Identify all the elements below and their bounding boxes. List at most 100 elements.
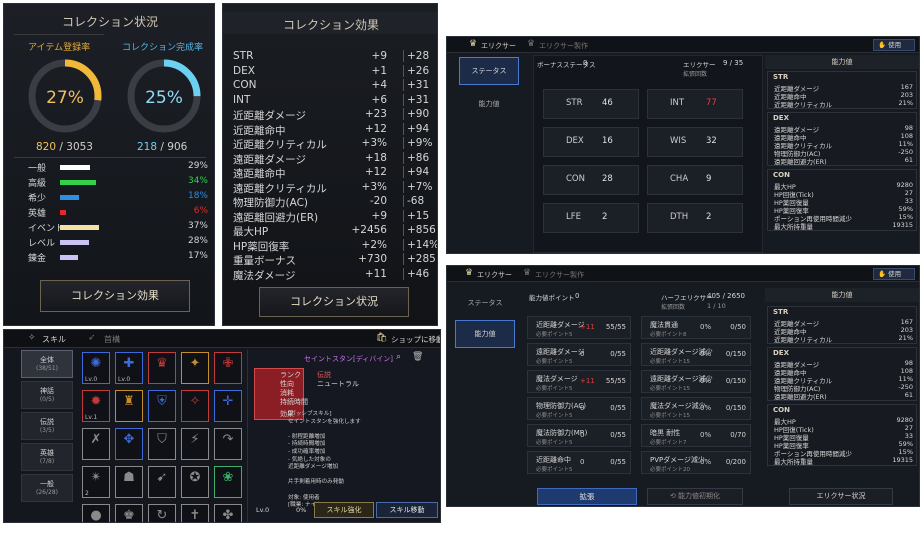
grade-pct: 29% <box>187 161 208 171</box>
skill-detail-title: セイントスタン[ディバイン] <box>304 355 393 363</box>
tab-seal[interactable]: 首構 <box>104 334 120 345</box>
tab-elixir[interactable]: エリクサー <box>481 41 516 51</box>
grade-pct: 34% <box>187 176 208 186</box>
skill-slot[interactable]: ✛ <box>214 390 242 422</box>
collection-effect-button[interactable]: コレクション効果 <box>40 280 190 312</box>
elixir-status-button[interactable]: エリクサー状況 <box>789 488 893 505</box>
use-label: 使用 <box>888 41 902 49</box>
skill-slot[interactable]: ✝ <box>181 504 209 522</box>
half-ratio: 55/55 <box>605 323 626 331</box>
ability-title: 能力値 <box>765 288 919 302</box>
side-tab-status[interactable]: ステータス <box>455 290 515 318</box>
effect-stat-current: +12 <box>364 122 387 135</box>
ability-value: 21% <box>898 334 913 342</box>
skill-slot[interactable]: ❀ <box>214 466 242 498</box>
collection-status-button[interactable]: コレクション状況 <box>259 287 409 317</box>
ability-name: 最大所持重量 <box>774 458 813 466</box>
side-tab-ability[interactable]: 能力値 <box>459 91 519 119</box>
divider <box>14 157 206 158</box>
skill-slot[interactable]: ↻ <box>148 504 176 523</box>
skill-category-4[interactable]: 英雄 (7/8) <box>21 443 73 471</box>
skill-slot[interactable]: ⚡ <box>181 428 209 460</box>
half-req: 必要ポイント5 <box>536 359 573 365</box>
skill-slot[interactable]: ✥ <box>115 428 143 460</box>
category-label: 伝説 <box>40 418 54 426</box>
skill-category-2[interactable]: 神話 (0/5) <box>21 381 73 409</box>
half-row: 魔法貫通 必要ポイント8 0% 0/50 <box>641 316 751 339</box>
effect-stat-max: +94 <box>403 122 429 135</box>
grade-pct: 6% <box>193 206 208 216</box>
skill-slot[interactable]: ● <box>82 504 110 523</box>
trash-icon[interactable]: 🗑 <box>412 352 423 362</box>
elixir-status-panel: ♛ エリクサー ♛ エリクサー製作 ✋ 使用 ステータス 能力値 ボーナスステー… <box>446 36 920 254</box>
skill-category-1[interactable]: 全体 (38/51) <box>21 350 73 378</box>
shop-link[interactable]: ショップに移動 <box>391 334 440 345</box>
skill-slot[interactable]: ♛ <box>148 352 176 384</box>
stat-value: 46 <box>602 98 613 108</box>
skill-move-button[interactable]: スキル移動 <box>376 502 438 518</box>
ability-segment-title: DEX <box>773 114 789 122</box>
stat-name: STR <box>566 98 583 108</box>
stat-value: 2 <box>706 212 712 222</box>
skill-slot[interactable]: ✚ Lv.0 <box>115 352 143 384</box>
effect-stat-row: 物理防御力(AC) -20 -68 <box>233 195 433 209</box>
tab-elixir[interactable]: エリクサー <box>477 270 512 280</box>
skill-slot[interactable]: ✺ Lv.0 <box>82 352 110 384</box>
skill-slot[interactable]: ↷ <box>214 428 242 460</box>
search-icon[interactable]: ⌕ <box>396 352 401 362</box>
skill-slot[interactable]: ♜ <box>115 390 143 422</box>
skill-slot[interactable]: ➹ <box>148 466 176 498</box>
ability-value: 167 <box>900 318 913 326</box>
expand-button[interactable]: 拡張 <box>537 488 637 505</box>
skill-slot[interactable]: ✧ <box>181 390 209 422</box>
half-name: 暗黒 耐性 <box>650 429 681 437</box>
stat-name: CHA <box>670 174 689 184</box>
skill-slot[interactable]: ⛉ <box>148 428 176 460</box>
skill-slot[interactable]: ☗ <box>115 466 143 498</box>
skill-slot[interactable]: ⛨ <box>148 390 176 422</box>
reset-button[interactable]: ⟲ 能力値初期化 <box>647 488 743 505</box>
effect-stat-current: +12 <box>364 166 387 178</box>
skill-icon: ♚ <box>123 508 135 523</box>
skill-icon: ● <box>90 508 102 523</box>
ability-value: 203 <box>900 91 913 99</box>
effect-stat-current: +18 <box>364 151 387 164</box>
side-tab-status[interactable]: ステータス <box>459 57 519 85</box>
skill-slot[interactable]: ♚ <box>115 504 143 523</box>
grade-pct: 18% <box>187 191 208 201</box>
skill-category-3[interactable]: 伝説 (3/5) <box>21 412 73 440</box>
use-button[interactable]: ✋ 使用 <box>873 268 915 280</box>
point-value: 0 <box>575 292 580 300</box>
effect-stat-row: 遠距離命中 +12 +94 <box>233 166 433 180</box>
duration-label: 持続時間 <box>280 398 308 406</box>
skill-slot[interactable]: ✪ <box>181 466 209 498</box>
effect-stat-max: +14% <box>403 238 437 251</box>
skill-enhance-button[interactable]: スキル強化 <box>314 502 374 518</box>
half-name: 物理防御力(AC) <box>536 402 587 410</box>
half-req: 必要ポイント5 <box>536 386 573 392</box>
skill-slot[interactable]: ✦ <box>181 352 209 384</box>
half-req: 必要ポイント5 <box>536 332 573 338</box>
skill-icon: ↻ <box>156 508 168 523</box>
tab-elixir-craft[interactable]: エリクサー製作 <box>535 270 584 280</box>
ability-value: -250 <box>898 148 913 156</box>
use-button[interactable]: ✋ 使用 <box>873 39 915 51</box>
half-ratio: 0/55 <box>610 350 626 358</box>
skill-slot[interactable]: ✙ <box>214 352 242 384</box>
skill-category-5[interactable]: 一般 (26/28) <box>21 474 73 502</box>
tab-skill[interactable]: スキル <box>42 334 66 345</box>
half-value: 0% <box>700 377 712 385</box>
stat-value: 28 <box>602 174 613 184</box>
skill-slot[interactable]: ✹ Lv.1 <box>82 390 110 422</box>
stat-box: DEX 16 <box>543 127 639 157</box>
half-row: 遠距離ダメージ減少 必要ポイント15 0% 0/150 <box>641 370 751 393</box>
side-tab-ability[interactable]: 能力値 <box>455 320 515 348</box>
effect-stat-current: +6 <box>371 93 387 106</box>
stat-value: 16 <box>602 136 613 146</box>
skill-slot[interactable]: ✤ <box>214 504 242 522</box>
tab-elixir-craft[interactable]: エリクサー製作 <box>539 41 588 51</box>
skill-slot[interactable]: ✴ 2 <box>82 466 110 498</box>
skill-slot[interactable]: ✗ <box>82 428 110 460</box>
expand-value: 1 / 10 <box>707 302 726 310</box>
effect-stat-row: 重量ボーナス +730 +285 <box>233 253 436 267</box>
